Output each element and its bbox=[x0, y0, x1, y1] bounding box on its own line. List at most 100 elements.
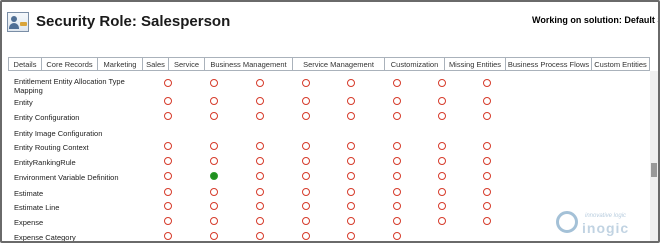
privilege-none-icon[interactable] bbox=[164, 232, 172, 240]
privilege-none-icon[interactable] bbox=[347, 232, 355, 240]
privilege-none-icon[interactable] bbox=[438, 172, 446, 180]
privilege-none-icon[interactable] bbox=[210, 112, 218, 120]
privilege-none-icon[interactable] bbox=[347, 172, 355, 180]
tab-sales[interactable]: Sales bbox=[142, 57, 169, 71]
privilege-none-icon[interactable] bbox=[164, 79, 172, 87]
privilege-none-icon[interactable] bbox=[256, 142, 264, 150]
privilege-none-icon[interactable] bbox=[347, 157, 355, 165]
privilege-none-icon[interactable] bbox=[302, 172, 310, 180]
privilege-none-icon[interactable] bbox=[347, 97, 355, 105]
privilege-none-icon[interactable] bbox=[256, 172, 264, 180]
privilege-none-icon[interactable] bbox=[393, 157, 401, 165]
tab-missing-entities[interactable]: Missing Entities bbox=[444, 57, 506, 71]
privilege-none-icon[interactable] bbox=[483, 157, 491, 165]
privilege-none-icon[interactable] bbox=[256, 157, 264, 165]
privilege-none-icon[interactable] bbox=[393, 202, 401, 210]
page-title: Security Role: Salesperson bbox=[36, 13, 231, 30]
privilege-none-icon[interactable] bbox=[438, 142, 446, 150]
privilege-none-icon[interactable] bbox=[210, 157, 218, 165]
privilege-none-icon[interactable] bbox=[438, 202, 446, 210]
tab-business-process-flows[interactable]: Business Process Flows bbox=[505, 57, 592, 71]
privilege-none-icon[interactable] bbox=[393, 172, 401, 180]
privilege-none-icon[interactable] bbox=[164, 142, 172, 150]
privilege-none-icon[interactable] bbox=[438, 188, 446, 196]
privilege-none-icon[interactable] bbox=[164, 157, 172, 165]
privilege-none-icon[interactable] bbox=[256, 188, 264, 196]
privilege-none-icon[interactable] bbox=[483, 202, 491, 210]
privilege-none-icon[interactable] bbox=[483, 79, 491, 87]
tab-customization[interactable]: Customization bbox=[384, 57, 445, 71]
privilege-none-icon[interactable] bbox=[302, 97, 310, 105]
privilege-none-icon[interactable] bbox=[347, 79, 355, 87]
privilege-none-icon[interactable] bbox=[438, 217, 446, 225]
privilege-none-icon[interactable] bbox=[210, 142, 218, 150]
vertical-scrollbar[interactable] bbox=[650, 71, 658, 241]
watermark-brand: inogic bbox=[582, 220, 630, 236]
privilege-none-icon[interactable] bbox=[347, 112, 355, 120]
entity-label: Expense bbox=[14, 218, 44, 227]
privilege-none-icon[interactable] bbox=[256, 217, 264, 225]
privilege-none-icon[interactable] bbox=[393, 217, 401, 225]
table-row: Entity bbox=[8, 96, 638, 110]
privilege-none-icon[interactable] bbox=[393, 142, 401, 150]
privilege-none-icon[interactable] bbox=[210, 97, 218, 105]
privilege-none-icon[interactable] bbox=[164, 202, 172, 210]
privilege-none-icon[interactable] bbox=[164, 97, 172, 105]
privilege-none-icon[interactable] bbox=[347, 142, 355, 150]
watermark-tagline: innovative logic bbox=[585, 213, 627, 219]
privilege-none-icon[interactable] bbox=[302, 157, 310, 165]
privilege-none-icon[interactable] bbox=[438, 112, 446, 120]
tab-service-management[interactable]: Service Management bbox=[292, 57, 385, 71]
privilege-none-icon[interactable] bbox=[256, 232, 264, 240]
privilege-none-icon[interactable] bbox=[483, 112, 491, 120]
privilege-none-icon[interactable] bbox=[483, 188, 491, 196]
tab-marketing[interactable]: Marketing bbox=[97, 57, 143, 71]
privilege-none-icon[interactable] bbox=[302, 232, 310, 240]
tab-service[interactable]: Service bbox=[168, 57, 205, 71]
privilege-none-icon[interactable] bbox=[164, 217, 172, 225]
table-row: Entity Image Configuration bbox=[8, 127, 638, 141]
privilege-none-icon[interactable] bbox=[256, 79, 264, 87]
entity-label: Expense Category bbox=[14, 233, 76, 241]
privilege-none-icon[interactable] bbox=[393, 112, 401, 120]
privilege-none-icon[interactable] bbox=[483, 97, 491, 105]
privilege-none-icon[interactable] bbox=[438, 79, 446, 87]
privilege-none-icon[interactable] bbox=[393, 188, 401, 196]
privilege-none-icon[interactable] bbox=[210, 79, 218, 87]
privilege-none-icon[interactable] bbox=[347, 202, 355, 210]
tab-custom-entities[interactable]: Custom Entities bbox=[591, 57, 650, 71]
privilege-none-icon[interactable] bbox=[256, 112, 264, 120]
scrollbar-thumb[interactable] bbox=[651, 163, 657, 177]
privilege-granted-icon[interactable] bbox=[210, 172, 218, 180]
privilege-none-icon[interactable] bbox=[164, 112, 172, 120]
tab-business-management[interactable]: Business Management bbox=[204, 57, 293, 71]
privilege-none-icon[interactable] bbox=[302, 217, 310, 225]
header: Security Role: Salesperson Working on so… bbox=[2, 2, 658, 42]
privilege-none-icon[interactable] bbox=[438, 97, 446, 105]
privilege-none-icon[interactable] bbox=[210, 188, 218, 196]
privilege-none-icon[interactable] bbox=[302, 112, 310, 120]
entity-label: Environment Variable Definition bbox=[14, 173, 119, 182]
privilege-none-icon[interactable] bbox=[393, 79, 401, 87]
privilege-none-icon[interactable] bbox=[483, 142, 491, 150]
privilege-none-icon[interactable] bbox=[164, 188, 172, 196]
privilege-none-icon[interactable] bbox=[256, 202, 264, 210]
privilege-none-icon[interactable] bbox=[210, 232, 218, 240]
privilege-none-icon[interactable] bbox=[393, 232, 401, 240]
privilege-none-icon[interactable] bbox=[393, 97, 401, 105]
privilege-none-icon[interactable] bbox=[256, 97, 264, 105]
privilege-none-icon[interactable] bbox=[483, 217, 491, 225]
privilege-none-icon[interactable] bbox=[347, 217, 355, 225]
privilege-none-icon[interactable] bbox=[302, 188, 310, 196]
privilege-none-icon[interactable] bbox=[302, 142, 310, 150]
tab-details[interactable]: Details bbox=[8, 57, 42, 71]
privilege-none-icon[interactable] bbox=[302, 79, 310, 87]
privilege-none-icon[interactable] bbox=[210, 217, 218, 225]
privilege-none-icon[interactable] bbox=[302, 202, 310, 210]
privilege-none-icon[interactable] bbox=[438, 157, 446, 165]
tab-core-records[interactable]: Core Records bbox=[41, 57, 98, 71]
privilege-none-icon[interactable] bbox=[164, 172, 172, 180]
privilege-none-icon[interactable] bbox=[210, 202, 218, 210]
privilege-none-icon[interactable] bbox=[483, 172, 491, 180]
privilege-none-icon[interactable] bbox=[347, 188, 355, 196]
